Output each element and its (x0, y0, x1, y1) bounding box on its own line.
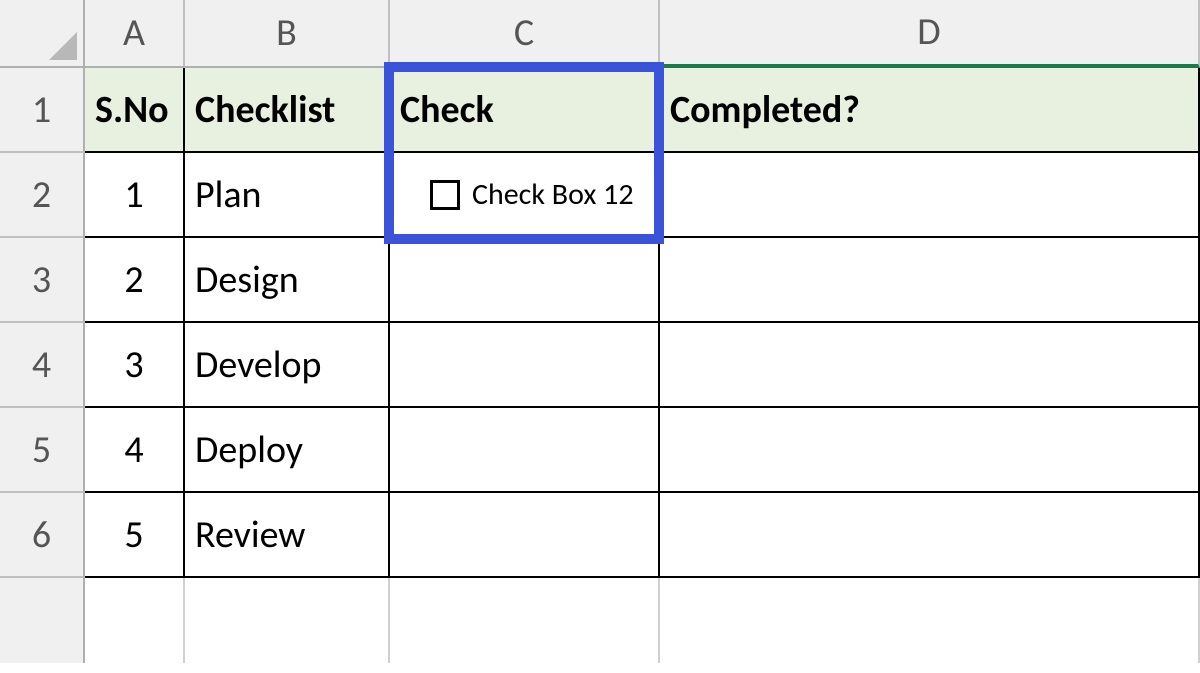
cell-a4[interactable]: 3 (85, 323, 185, 408)
cell-c1[interactable]: Check (390, 68, 660, 153)
row-header-1[interactable]: 1 (0, 68, 85, 153)
cell-d2[interactable] (660, 153, 1200, 238)
cell-a5[interactable]: 4 (85, 408, 185, 493)
row-header-6[interactable]: 6 (0, 493, 85, 578)
spreadsheet-grid: A B C D 1 S.No Checklist Check Completed… (0, 0, 1200, 663)
row-header-4[interactable]: 4 (0, 323, 85, 408)
cell-b1[interactable]: Checklist (185, 68, 390, 153)
cell-d4[interactable] (660, 323, 1200, 408)
cell-b2[interactable]: Plan (185, 153, 390, 238)
cell-a6[interactable]: 5 (85, 493, 185, 578)
checkbox-control[interactable]: Check Box 12 (430, 176, 634, 213)
cell-b4[interactable]: Develop (185, 323, 390, 408)
row-header-3[interactable]: 3 (0, 238, 85, 323)
cell-d1[interactable]: Completed? (660, 68, 1200, 153)
column-header-c[interactable]: C (390, 0, 660, 68)
checkbox-icon[interactable] (430, 180, 460, 210)
cell-d5[interactable] (660, 408, 1200, 493)
checkbox-label: Check Box 12 (472, 176, 634, 213)
cell-d3[interactable] (660, 238, 1200, 323)
cell-c5[interactable] (390, 408, 660, 493)
cell-c2[interactable]: Check Box 12 (390, 153, 660, 238)
cell-b3[interactable]: Design (185, 238, 390, 323)
cell-d6[interactable] (660, 493, 1200, 578)
select-all-triangle-icon (49, 32, 77, 60)
cell-a2[interactable]: 1 (85, 153, 185, 238)
cell-a3[interactable]: 2 (85, 238, 185, 323)
column-header-b[interactable]: B (185, 0, 390, 68)
cell-c3[interactable] (390, 238, 660, 323)
cell-b5[interactable]: Deploy (185, 408, 390, 493)
column-header-d[interactable]: D (660, 0, 1200, 68)
row-header-2[interactable]: 2 (0, 153, 85, 238)
cell-b7[interactable] (185, 578, 390, 663)
cell-c4[interactable] (390, 323, 660, 408)
select-all-corner[interactable] (0, 0, 85, 68)
cell-b6[interactable]: Review (185, 493, 390, 578)
cell-a1[interactable]: S.No (85, 68, 185, 153)
cell-a7[interactable] (85, 578, 185, 663)
cell-c6[interactable] (390, 493, 660, 578)
cell-d7[interactable] (660, 578, 1200, 663)
row-header-5[interactable]: 5 (0, 408, 85, 493)
column-header-a[interactable]: A (85, 0, 185, 68)
row-header-7[interactable] (0, 578, 85, 663)
cell-c7[interactable] (390, 578, 660, 663)
